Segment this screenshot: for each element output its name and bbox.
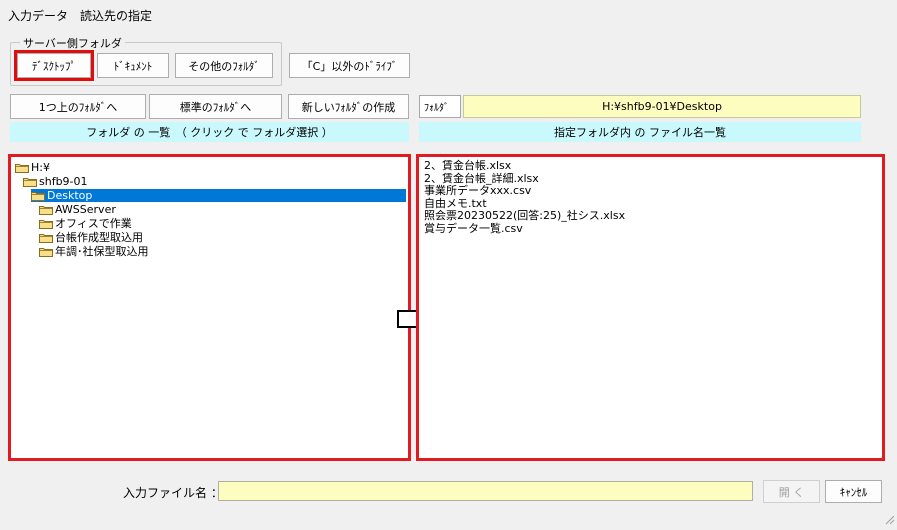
window-title: 入力データ 読込先の指定: [8, 9, 153, 23]
other-drive-button[interactable]: 「C」以外のﾄﾞﾗｲﾌﾞ: [289, 53, 410, 78]
folder-tree-item[interactable]: オフィスで作業: [39, 217, 132, 230]
filename-input[interactable]: [218, 481, 753, 501]
folder-tree-item[interactable]: 年調･社保型取込用: [39, 245, 149, 258]
parent-folder-button[interactable]: 1つ上のﾌｫﾙﾀﾞへ: [10, 94, 146, 119]
folder-tree-item-label: オフィスで作業: [55, 217, 132, 230]
server-folder-group-legend: サーバー側フォルダ: [20, 35, 125, 51]
folder-tree-item[interactable]: 台帳作成型取込用: [39, 231, 143, 244]
folder-tree-item-label: 年調･社保型取込用: [55, 245, 149, 258]
file-list-item[interactable]: 自由メモ.txt: [424, 197, 487, 210]
resize-grip-icon[interactable]: [883, 513, 895, 528]
file-list-item[interactable]: 賞与データ一覧.csv: [424, 222, 523, 235]
folder-icon: [39, 233, 53, 243]
standard-folder-button[interactable]: 標準のﾌｫﾙﾀﾞへ: [149, 94, 282, 119]
file-list-item[interactable]: 2、賃金台帳_詳細.xlsx: [424, 172, 539, 185]
cancel-button[interactable]: ｷｬﾝｾﾙ: [825, 480, 882, 503]
file-list-item[interactable]: 照会票20230522(回答:25)_社シス.xlsx: [424, 210, 625, 222]
other-folder-button[interactable]: その他のﾌｫﾙﾀﾞ: [175, 53, 273, 78]
folder-tree-item[interactable]: AWSServer: [39, 203, 116, 216]
folder-tree-item-label: H:¥: [31, 161, 50, 174]
filename-label: 入力ファイル名 ：: [123, 486, 223, 500]
folder-tree-item[interactable]: Desktop: [31, 189, 406, 202]
folder-icon: [39, 205, 53, 215]
folder-list-header: フォルダ の 一覧 （ クリック で フォルダ選択 ）: [10, 122, 409, 142]
desktop-button[interactable]: ﾃﾞｽｸﾄｯﾌﾟ: [14, 50, 94, 81]
file-list-item[interactable]: 2、賃金台帳.xlsx: [424, 160, 511, 172]
file-list-header: 指定フォルダ内 の ファイル名一覧: [419, 122, 861, 142]
documents-button[interactable]: ﾄﾞｷｭﾒﾝﾄ: [97, 53, 169, 78]
folder-icon: [39, 247, 53, 257]
folder-path-label: ﾌｫﾙﾀﾞ: [419, 95, 461, 118]
folder-icon: [15, 163, 29, 173]
folder-tree-item-label: Desktop: [47, 189, 93, 202]
folder-path-display: H:¥shfb9-01¥Desktop: [463, 95, 861, 118]
file-list-panel[interactable]: 2、賃金台帳.xlsx 2、賃金台帳_詳細.xlsx 事業所データxxx.csv 自由…: [416, 154, 885, 461]
folder-tree-item[interactable]: shfb9-01: [23, 175, 88, 188]
folder-icon: [23, 177, 37, 187]
folder-tree-item-label: 台帳作成型取込用: [55, 231, 143, 244]
folder-tree-item[interactable]: H:¥: [15, 161, 50, 174]
new-folder-button[interactable]: 新しいﾌｫﾙﾀﾞの作成: [288, 94, 409, 119]
file-list-item[interactable]: 事業所データxxx.csv: [424, 185, 531, 197]
folder-tree-item-label: AWSServer: [55, 203, 116, 216]
folder-icon: [39, 219, 53, 229]
folder-icon: [31, 191, 45, 201]
folder-tree-item-label: shfb9-01: [39, 175, 88, 188]
folder-tree-panel[interactable]: H:¥ shfb9-01 Desktop AWSServer オフィスで作業 台帳作成型取…: [8, 154, 411, 461]
open-button[interactable]: 開 く: [763, 480, 820, 503]
